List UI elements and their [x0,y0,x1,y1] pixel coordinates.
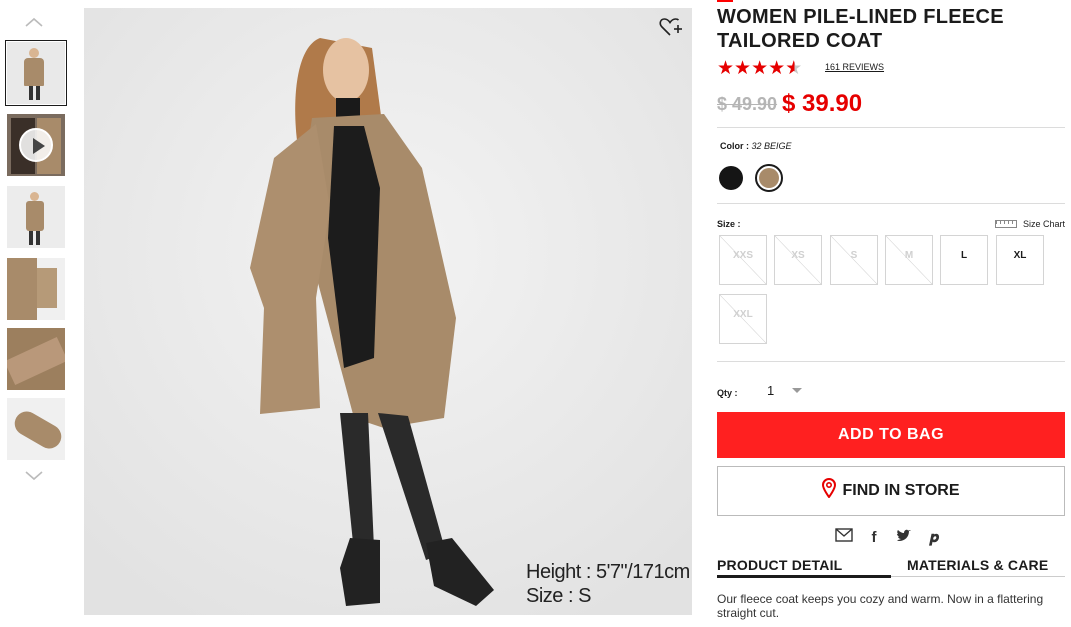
half-star-icon: ★ [785,58,803,79]
product-description: Our fleece coat keeps you cozy and warm.… [717,592,1044,620]
size-option-xxs: XXS [719,235,767,285]
facebook-icon[interactable]: f [864,529,884,547]
color-swatch-black[interactable] [719,166,743,190]
size-option-xxl: XXL [719,294,767,344]
divider [717,361,1065,362]
tab-active-indicator [717,575,891,578]
chevron-up-icon[interactable] [24,16,44,30]
thumbnail-video[interactable] [7,114,65,176]
star-icon: ★ [734,58,752,79]
tab-materials-care[interactable]: MATERIALS & CARE [907,557,1048,573]
thumbnail-1[interactable] [5,40,67,106]
add-to-bag-button[interactable]: ADD TO BAG [717,412,1065,458]
size-option-m: M [885,235,933,285]
location-pin-icon [822,478,837,498]
size-option-l[interactable]: L [940,235,988,285]
pinterest-icon[interactable]: 𝒑 [924,529,944,547]
size-label: Size : [717,219,741,229]
thumbnail-6[interactable] [7,398,65,460]
thumbnail-3[interactable] [7,186,65,248]
chevron-down-icon[interactable] [792,388,802,393]
size-option-s: S [830,235,878,285]
chevron-down-icon[interactable] [24,470,44,484]
model-caption: Height : 5'7"/171cm Size : S [526,560,690,608]
model-illustration [84,8,692,615]
thumbnail-5[interactable] [7,328,65,390]
reviews-link[interactable]: 161 REVIEWS [825,62,884,72]
size-chart-link[interactable]: Size Chart [994,219,1065,229]
ruler-icon [994,220,1017,228]
caption-height: Height : 5'7"/171cm [526,561,690,583]
thumbnail-gallery [0,0,72,627]
product-title: WOMEN PILE-LINED FLEECE TAILORED COAT [717,6,1004,52]
sale-price: $ 39.90 [782,90,863,117]
wishlist-heart-icon[interactable] [659,16,683,38]
qty-label: Qty : [717,388,738,398]
tab-product-detail[interactable]: PRODUCT DETAIL [717,557,842,573]
main-product-image: Height : 5'7"/171cm Size : S [84,8,692,615]
star-icon: ★ [717,58,735,79]
mail-icon[interactable] [834,528,854,546]
divider [717,127,1065,128]
rating-stars[interactable]: ★★★★★ [717,58,803,79]
size-option-xs: XS [774,235,822,285]
color-swatch-beige[interactable] [755,164,783,192]
size-option-xl[interactable]: XL [996,235,1044,285]
play-icon[interactable] [19,128,53,162]
star-icon: ★ [751,58,769,79]
color-label: Color : 32 BEIGE [720,141,792,151]
caption-size: Size : S [526,585,591,607]
find-in-store-button[interactable]: FIND IN STORE [717,466,1065,516]
sale-flag [717,0,733,2]
star-icon: ★ [768,58,786,79]
selected-color: 32 BEIGE [751,141,792,151]
thumbnail-4[interactable] [7,258,65,320]
qty-select[interactable]: 1 [767,383,774,398]
share-icons: f 𝒑 [834,528,954,546]
original-price: $ 49.90 [717,94,778,114]
divider [717,203,1065,204]
twitter-icon[interactable] [894,528,914,546]
